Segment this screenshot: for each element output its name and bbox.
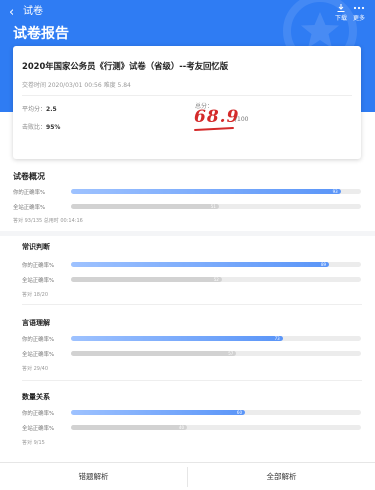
average-score-value: 2.5	[46, 106, 57, 113]
more-icon	[348, 3, 370, 15]
section-all-label: 全站正确率%	[22, 426, 55, 432]
divider	[22, 304, 362, 305]
average-score-label: 平均分：	[22, 106, 47, 113]
section-your-track: 60	[71, 410, 361, 415]
section-your-pct: 73	[274, 336, 280, 341]
section-all-track: 57	[71, 351, 361, 356]
overview-answered: 答对 93/135 总用时 00:14:16	[13, 218, 83, 224]
score-total: /100	[235, 116, 249, 123]
exam-meta: 交卷时间 2020/03/01 00:56 难度 5.84	[22, 82, 131, 89]
overview-your-pct: 93	[332, 189, 338, 194]
section-all-label: 全站正确率%	[22, 352, 55, 358]
section-your-bar: 60	[71, 410, 245, 415]
section-answered: 答对 29/40	[22, 366, 48, 372]
card-divider	[22, 95, 352, 96]
section-all-pct: 57	[228, 351, 234, 356]
overview-all-label: 全站正确率%	[13, 205, 46, 211]
section-all-pct: 40	[178, 425, 184, 430]
beat-ratio-label: 击败比：	[22, 124, 47, 131]
back-icon[interactable]: ‹	[9, 6, 23, 20]
section-your-label: 你的正确率%	[22, 263, 55, 269]
score-card: 2020年国家公务员《行测》试卷（省级）--考友回忆版 交卷时间 2020/03…	[13, 46, 361, 159]
section-your-bar: 73	[71, 336, 283, 341]
section-your-pct: 89	[321, 262, 327, 267]
divider	[22, 380, 362, 381]
section-answered: 答对 9/15	[22, 440, 45, 446]
section-title-shuliang: 数量关系	[22, 393, 50, 401]
more-label: 更多	[352, 15, 365, 22]
section-all-bar: 40	[71, 425, 187, 430]
section-your-label: 你的正确率%	[22, 411, 55, 417]
all-analysis-button[interactable]: 全部解析	[188, 463, 375, 490]
section-all-bar: 57	[71, 351, 237, 356]
overview-your-track: 93	[71, 189, 361, 194]
nav-title[interactable]: 试卷	[23, 5, 43, 19]
overview-your-label: 你的正确率%	[13, 190, 46, 196]
section-your-bar: 89	[71, 262, 330, 267]
overview-all-bar: 51	[71, 204, 219, 209]
section-answered: 答对 18/20	[22, 292, 48, 298]
wrong-analysis-button[interactable]: 错题解析	[0, 463, 187, 490]
average-score: 平均分：2.5	[22, 104, 57, 113]
overview-title: 试卷概况	[13, 172, 45, 181]
section-separator	[0, 231, 375, 236]
section-your-label: 你的正确率%	[22, 337, 55, 343]
section-all-track: 52	[71, 277, 361, 282]
section-all-bar: 52	[71, 277, 222, 282]
beat-ratio: 击败比：95%	[22, 122, 60, 131]
section-title-yanyu: 言语理解	[22, 319, 50, 327]
section-all-label: 全站正确率%	[22, 278, 55, 284]
beat-ratio-value: 95%	[46, 124, 61, 131]
section-title-changshi: 常识判断	[22, 243, 50, 251]
overview-your-bar: 93	[71, 189, 341, 194]
exam-name: 2020年国家公务员《行测》试卷（省级）--考友回忆版	[22, 61, 229, 71]
page-title: 试卷报告	[13, 26, 69, 42]
overview-all-pct: 51	[210, 204, 216, 209]
section-all-pct: 52	[213, 277, 219, 282]
section-your-track: 89	[71, 262, 361, 267]
score-underline	[193, 126, 235, 132]
more-button[interactable]: 更多	[348, 3, 370, 25]
overview-all-track: 51	[71, 204, 361, 209]
section-your-track: 73	[71, 336, 361, 341]
section-all-track: 40	[71, 425, 361, 430]
bottom-bar: 错题解析 全部解析	[0, 462, 375, 490]
total-score-value: 68.9	[194, 107, 240, 127]
section-your-pct: 60	[236, 410, 242, 415]
